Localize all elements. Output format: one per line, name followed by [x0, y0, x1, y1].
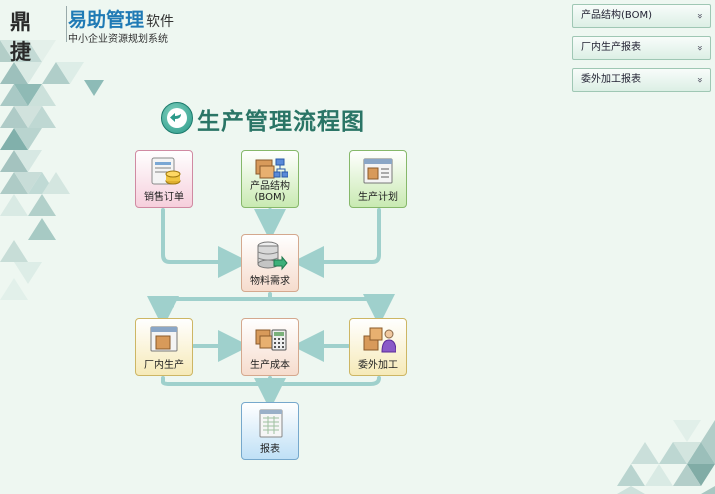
node-label: 委外加工	[358, 360, 398, 371]
node-report[interactable]: 报表	[241, 402, 299, 460]
calculator-icon	[255, 329, 287, 351]
node-label: 产品结构 (BOM)	[242, 181, 298, 203]
flow-connectors	[147, 208, 395, 410]
node-label-line1: 产品结构	[250, 181, 290, 192]
node-label-line2: (BOM)	[254, 192, 286, 203]
node-label: 销售订单	[144, 192, 184, 203]
node-outsource-processing[interactable]: 委外加工	[349, 318, 407, 376]
node-sales-order[interactable]: 销售订单	[135, 150, 193, 208]
node-production-plan[interactable]: 生产计划	[349, 150, 407, 208]
node-label: 厂内生产	[144, 360, 184, 371]
bom-structure-icon	[255, 158, 288, 179]
node-inhouse-production[interactable]: 厂内生产	[135, 318, 193, 376]
node-production-cost[interactable]: 生产成本	[241, 318, 299, 376]
database-icon	[257, 241, 288, 271]
production-plan-icon	[363, 158, 393, 184]
report-icon	[259, 409, 283, 438]
outsource-person-icon	[363, 327, 396, 353]
sales-order-icon	[151, 157, 181, 185]
node-label: 生产计划	[358, 192, 398, 203]
factory-icon	[150, 326, 178, 352]
node-material-requirement[interactable]: 物料需求	[241, 234, 299, 292]
node-label: 生产成本	[250, 360, 290, 371]
node-bom[interactable]: 产品结构 (BOM)	[241, 150, 299, 208]
node-label: 物料需求	[250, 276, 290, 287]
node-label: 报表	[260, 444, 280, 455]
